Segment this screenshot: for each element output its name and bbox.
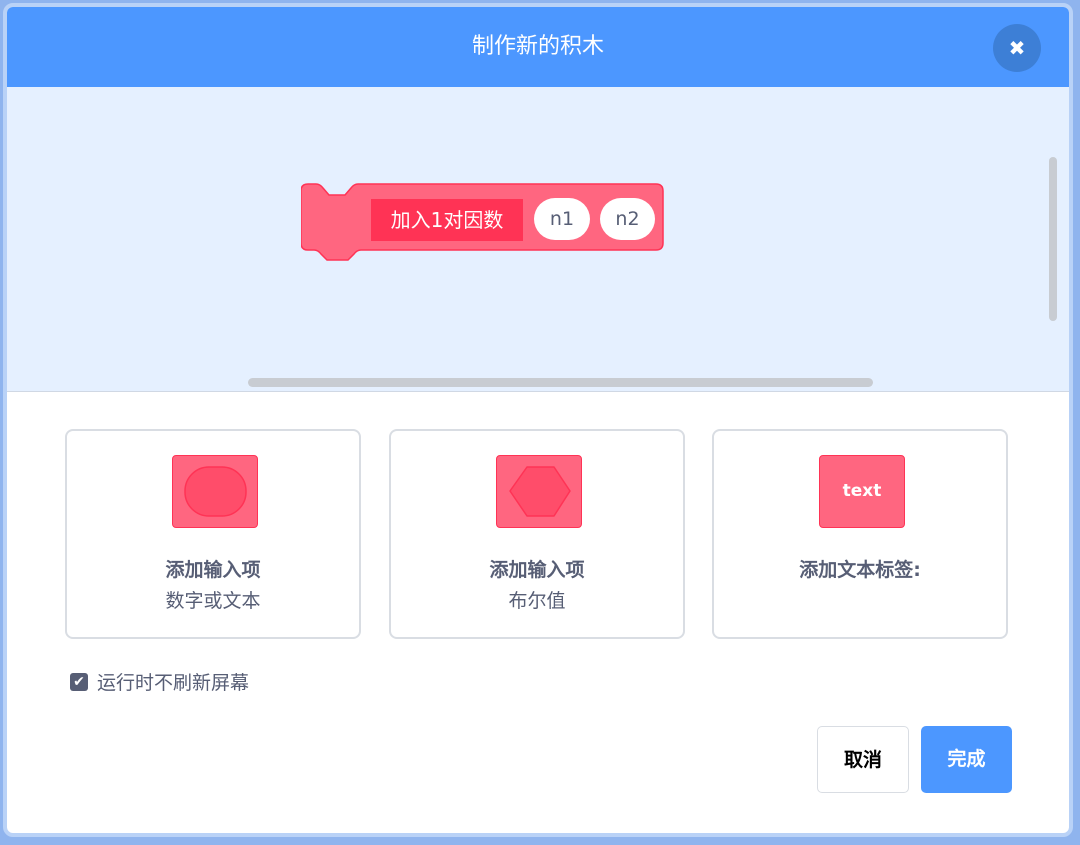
custom-block-dialog: 制作新的积木 ✖ 加入1对因数 n1 n2 添加输入项 数字或文本 添加输入项 … <box>3 3 1073 837</box>
add-boolean-input-button[interactable]: 添加输入项 布尔值 <box>389 429 685 639</box>
option-title: 添加文本标签: <box>799 559 921 581</box>
block-name-field[interactable]: 加入1对因数 <box>371 199 523 241</box>
cancel-button[interactable]: 取消 <box>817 726 909 793</box>
block-preview-canvas[interactable]: 加入1对因数 n1 n2 <box>7 87 1069 392</box>
close-icon: ✖ <box>1008 36 1026 60</box>
add-number-text-input-button[interactable]: 添加输入项 数字或文本 <box>65 429 361 639</box>
checkmark-icon: ✔ <box>73 674 85 690</box>
block-param-n2[interactable]: n2 <box>600 198 655 240</box>
run-without-refresh-label[interactable]: 运行时不刷新屏幕 <box>97 671 249 695</box>
horizontal-scrollbar[interactable] <box>248 378 873 387</box>
block-param-n1[interactable]: n1 <box>534 198 590 240</box>
boolean-input-icon <box>496 455 582 528</box>
option-subtitle: 数字或文本 <box>165 590 261 612</box>
icon-text: text <box>842 481 882 501</box>
option-title: 添加输入项 <box>489 559 585 581</box>
run-without-refresh-checkbox[interactable]: ✔ <box>70 673 88 691</box>
dialog-header: 制作新的积木 ✖ <box>7 7 1069 87</box>
dialog-title: 制作新的积木 <box>471 34 604 59</box>
vertical-scrollbar[interactable] <box>1049 157 1057 321</box>
ok-button[interactable]: 完成 <box>921 726 1012 793</box>
add-text-label-button[interactable]: text 添加文本标签: <box>712 429 1008 639</box>
round-input-icon <box>172 455 258 528</box>
close-button[interactable]: ✖ <box>993 24 1041 72</box>
text-label-icon: text <box>819 455 905 528</box>
option-subtitle: 布尔值 <box>508 590 566 612</box>
option-title: 添加输入项 <box>165 559 261 581</box>
